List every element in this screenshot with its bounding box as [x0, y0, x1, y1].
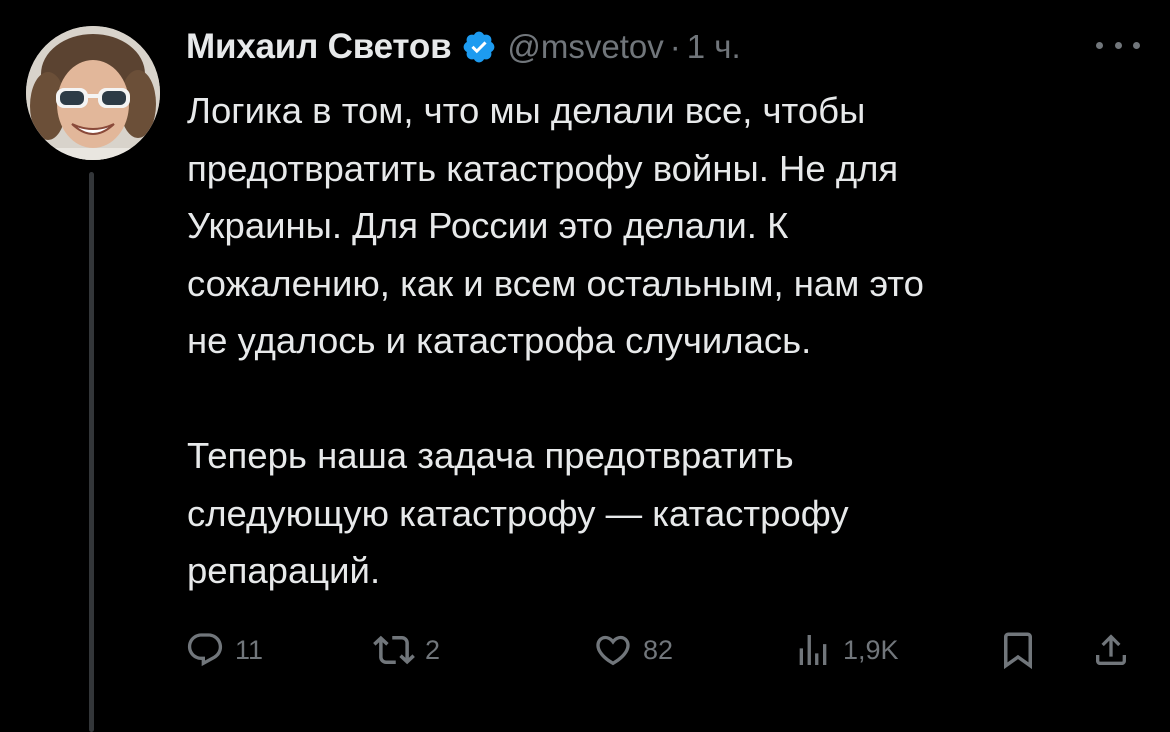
thread-line [89, 172, 94, 732]
text-line: не удалось и катастрофа случилась. [187, 320, 812, 361]
tweet-actions: 11 2 82 1,9K [185, 620, 1140, 680]
more-dots-icon[interactable] [1096, 30, 1140, 60]
heart-icon [593, 630, 633, 670]
retweet-count: 2 [425, 634, 441, 665]
text-line: следующую катастрофу — катастрофу [187, 492, 849, 534]
text-line: Теперь наша задача предотвратить [187, 435, 794, 476]
bookmark-button[interactable] [997, 620, 1039, 680]
reply-count: 11 [235, 634, 264, 665]
share-icon [1091, 630, 1131, 670]
text-line: Логика в том, что мы делали все, чтобы [187, 90, 866, 131]
text-line: репараций. [187, 550, 381, 591]
share-button[interactable] [1091, 620, 1131, 680]
separator-dot: · [669, 28, 681, 65]
retweet-icon [373, 629, 415, 671]
text-line: сожалению, как и всем остальным, нам это [187, 262, 924, 304]
author-handle[interactable]: @msvetov [507, 28, 663, 66]
like-count: 82 [643, 634, 674, 665]
views-icon [793, 630, 833, 670]
tweet-paragraph: Логика в том, что мы делали все, чтобы п… [187, 82, 1147, 370]
verified-badge-icon [461, 29, 497, 65]
like-button[interactable]: 82 [593, 620, 673, 680]
reply-button[interactable]: 11 [185, 620, 263, 680]
timestamp[interactable]: 1 ч. [687, 28, 741, 66]
text-line: предотвратить катастрофу войны. Не для [187, 147, 899, 189]
avatar-image [26, 26, 160, 160]
author-name[interactable]: Михаил Светов [186, 27, 452, 67]
views-button[interactable]: 1,9K [793, 620, 899, 680]
views-count: 1,9K [843, 634, 899, 665]
tweet-paragraph: Теперь наша задача предотвратить следующ… [187, 427, 1147, 600]
reply-icon [185, 630, 225, 670]
text-line: Украины. Для России это делали. К [187, 205, 789, 246]
avatar[interactable] [26, 26, 160, 160]
retweet-button[interactable]: 2 [373, 620, 440, 680]
tweet-text: Логика в том, что мы делали все, чтобы п… [187, 82, 1147, 600]
bookmark-icon [997, 629, 1039, 671]
tweet-header: Михаил Светов @msvetov · 1 ч. [186, 22, 741, 72]
